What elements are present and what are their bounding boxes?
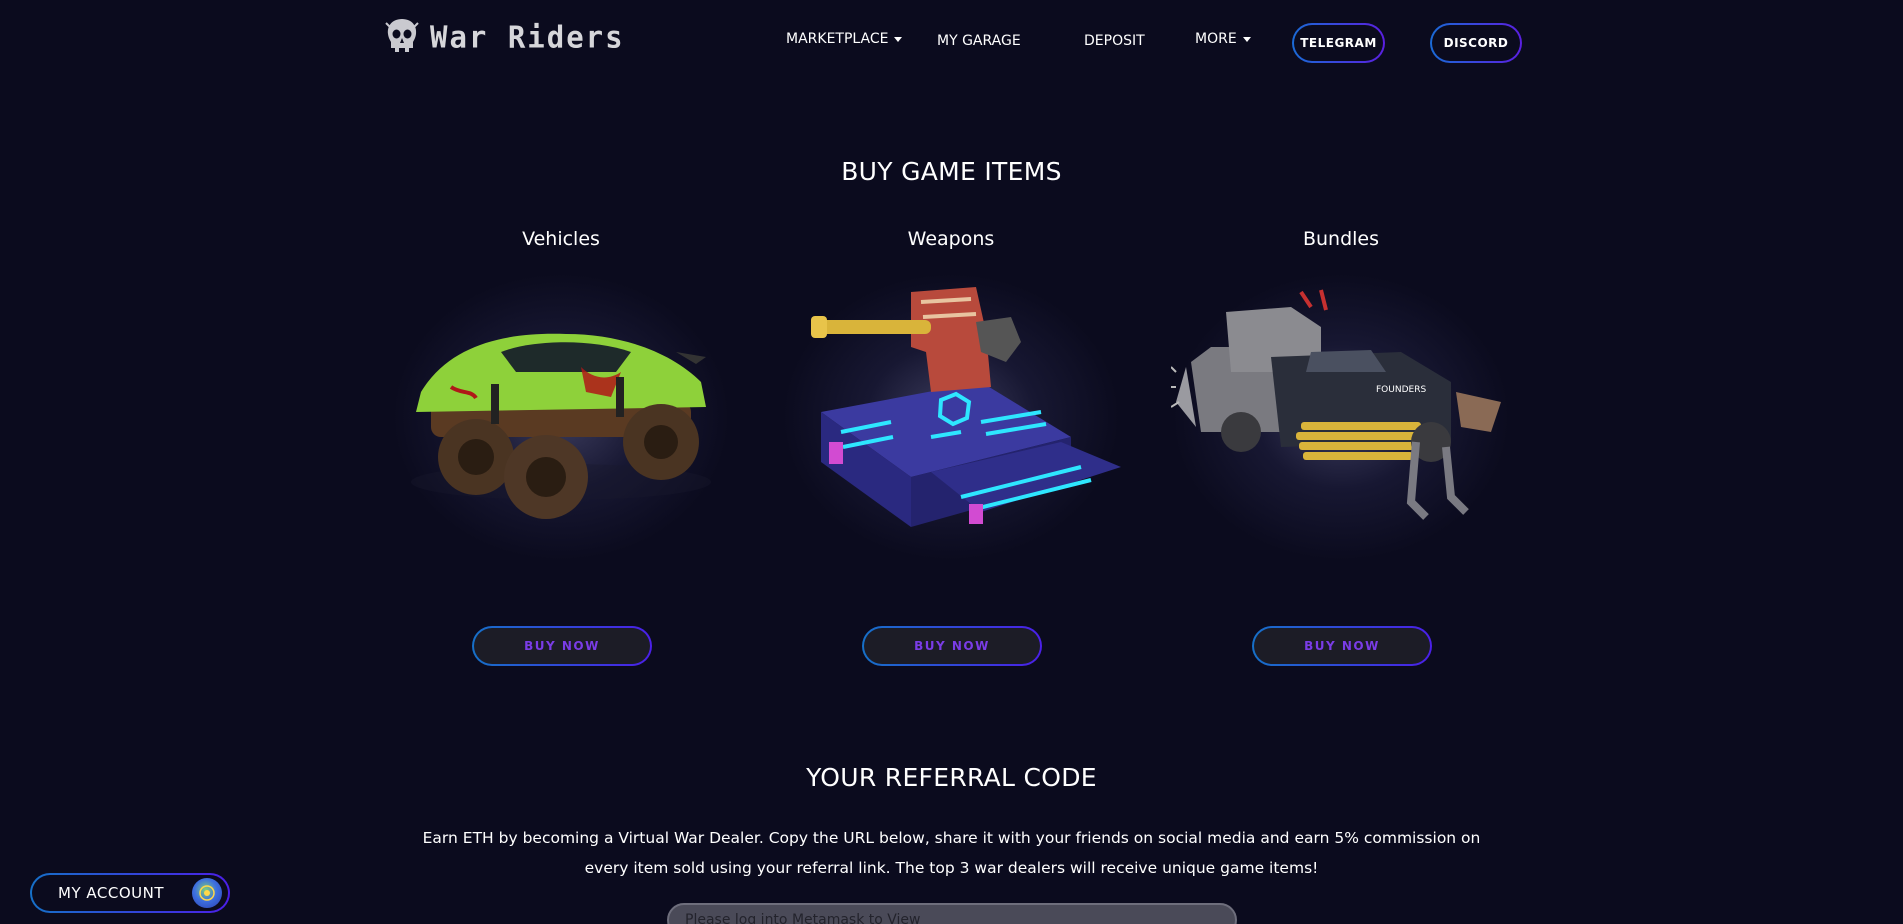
nav-my-garage[interactable]: MY GARAGE bbox=[937, 33, 1021, 49]
monster-truck-icon bbox=[411, 333, 711, 519]
buy-vehicles-button[interactable]: BUY NOW bbox=[472, 626, 652, 666]
bundles-title: Bundles bbox=[1302, 228, 1380, 250]
avatar bbox=[192, 878, 222, 908]
weapon-crate-icon bbox=[811, 287, 1121, 527]
brand-logo[interactable]: War Riders bbox=[384, 17, 625, 57]
weapons-title: Weapons bbox=[907, 228, 995, 250]
avatar-badge-icon bbox=[199, 885, 215, 901]
nav-my-garage-label: MY GARAGE bbox=[937, 33, 1021, 49]
discord-button[interactable]: DISCORD bbox=[1430, 23, 1522, 63]
referral-title: YOUR REFERRAL CODE bbox=[806, 763, 1097, 792]
buy-weapons-label: BUY NOW bbox=[864, 628, 1040, 664]
caret-down-icon bbox=[894, 36, 903, 42]
vehicle-image[interactable] bbox=[391, 272, 731, 562]
skull-icon bbox=[385, 19, 419, 52]
caret-down-icon bbox=[1242, 36, 1251, 42]
my-account-button[interactable]: MY ACCOUNT bbox=[30, 873, 230, 913]
buy-bundles-button[interactable]: BUY NOW bbox=[1252, 626, 1432, 666]
nav-more-label: MORE bbox=[1195, 31, 1237, 47]
bundle-image[interactable]: FOUNDERS bbox=[1169, 272, 1511, 562]
buy-bundles-label: BUY NOW bbox=[1254, 628, 1430, 664]
discord-label: DISCORD bbox=[1432, 25, 1520, 61]
buy-section-title: BUY GAME ITEMS bbox=[841, 157, 1062, 186]
brand-name: War Riders bbox=[430, 19, 625, 55]
referral-description: Earn ETH by becoming a Virtual War Deale… bbox=[422, 829, 1481, 877]
nav-deposit-label: DEPOSIT bbox=[1084, 33, 1145, 49]
referral-link-field[interactable] bbox=[667, 903, 1237, 924]
svg-text:FOUNDERS: FOUNDERS bbox=[1376, 385, 1426, 395]
nav-more[interactable]: MORE bbox=[1195, 31, 1251, 47]
vehicles-title: Vehicles bbox=[522, 228, 600, 250]
buy-vehicles-label: BUY NOW bbox=[474, 628, 650, 664]
buy-weapons-button[interactable]: BUY NOW bbox=[862, 626, 1042, 666]
telegram-label: TELEGRAM bbox=[1294, 25, 1383, 61]
weapon-image[interactable] bbox=[781, 272, 1121, 562]
nav-marketplace[interactable]: MARKETPLACE bbox=[786, 31, 903, 47]
my-account-label: MY ACCOUNT bbox=[58, 884, 164, 902]
nav-deposit[interactable]: DEPOSIT bbox=[1084, 33, 1145, 49]
nav-marketplace-label: MARKETPLACE bbox=[786, 31, 889, 47]
vehicle-bundle-icon: FOUNDERS bbox=[1169, 289, 1501, 520]
telegram-button[interactable]: TELEGRAM bbox=[1292, 23, 1385, 63]
page: War Riders MARKETPLACE MY GARAGE DEPOSIT… bbox=[0, 0, 1903, 924]
